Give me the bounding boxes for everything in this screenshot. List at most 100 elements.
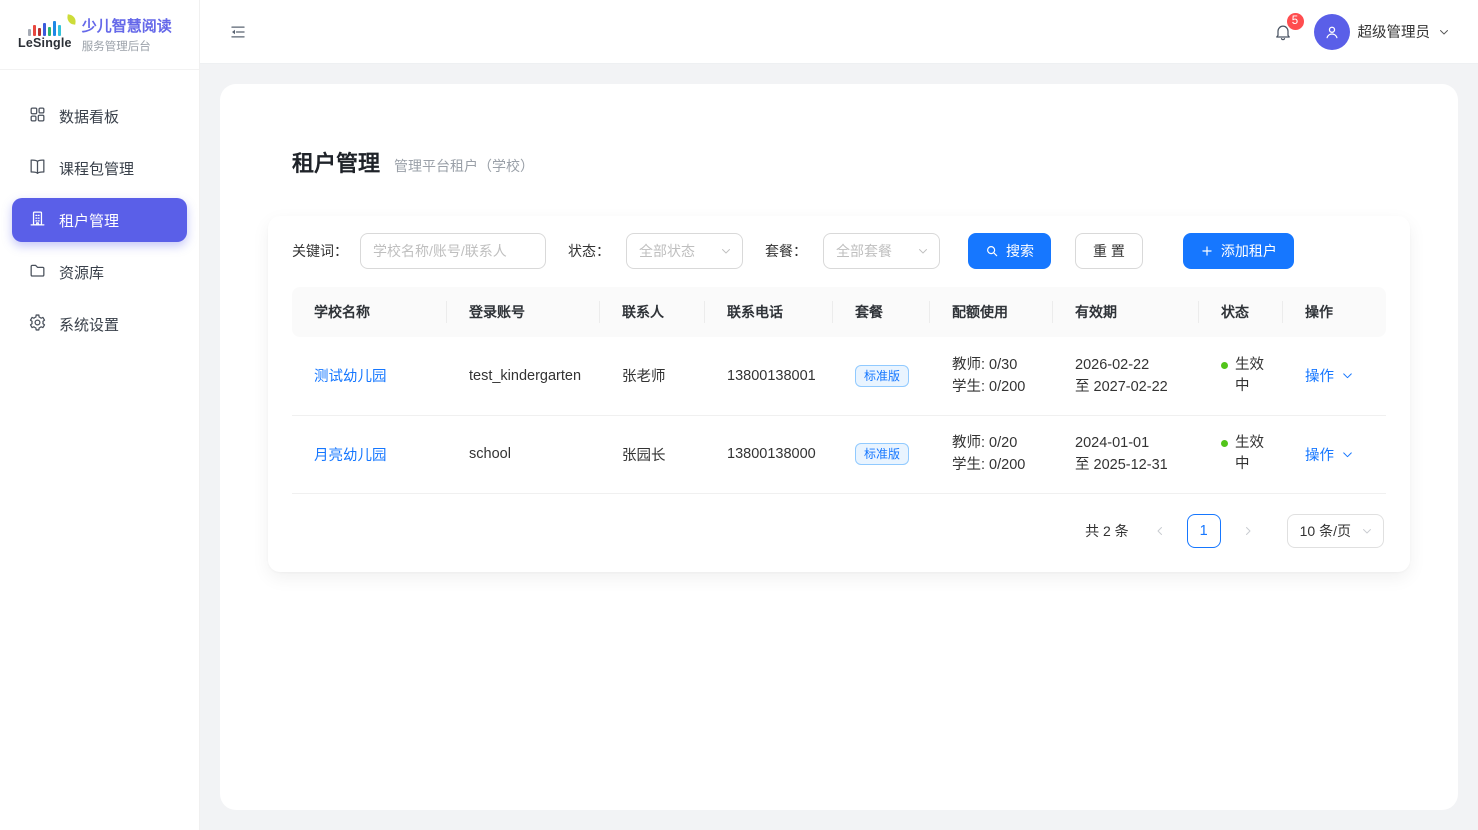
search-button[interactable]: 搜索 <box>968 233 1051 269</box>
lesingle-logo-icon: LeSingle <box>18 20 72 50</box>
package-select-value: 全部套餐 <box>836 241 892 261</box>
filter-bar: 关键词： 状态： 全部状态 套餐： 全部套餐 搜索 <box>292 233 1386 269</box>
content-area: 租户管理 管理平台租户（学校） 关键词： 状态： 全部状态 套餐： 全部套餐 <box>200 64 1478 830</box>
account-cell: test_kindergarten <box>447 337 600 415</box>
validity-cell: 2024-01-01 至 2025-12-31 <box>1053 415 1199 493</box>
status-cell: 生效中 <box>1199 337 1283 415</box>
logo-wordmark: LeSingle <box>18 36 72 50</box>
notification-bell-icon[interactable]: 5 <box>1270 19 1296 45</box>
package-badge: 标准版 <box>855 365 909 387</box>
account-cell: school <box>447 415 600 493</box>
sidebar-item-course-packages[interactable]: 课程包管理 <box>12 146 187 190</box>
sidebar-item-label: 数据看板 <box>59 106 119 127</box>
sidebar-item-label: 资源库 <box>59 262 104 283</box>
pagination-total: 共 2 条 <box>1085 521 1129 541</box>
book-icon <box>28 157 47 180</box>
col-quota: 配额使用 <box>930 287 1053 337</box>
contact-cell: 张园长 <box>600 415 705 493</box>
contact-cell: 张老师 <box>600 337 705 415</box>
validity-cell: 2026-02-22 至 2027-02-22 <box>1053 337 1199 415</box>
pagination-next-icon[interactable] <box>1235 518 1261 544</box>
brand: LeSingle 少儿智慧阅读 服务管理后台 <box>0 0 199 70</box>
sidebar-item-label: 租户管理 <box>59 210 119 231</box>
search-button-label: 搜索 <box>1006 241 1034 261</box>
status-select-value: 全部状态 <box>639 241 695 261</box>
status-dot-green <box>1221 440 1228 447</box>
page-size-select[interactable]: 10 条/页 <box>1287 514 1384 548</box>
sidebar-item-resources[interactable]: 资源库 <box>12 250 187 294</box>
package-badge: 标准版 <box>855 443 909 465</box>
col-school: 学校名称 <box>292 287 447 337</box>
sidebar-item-tenants[interactable]: 租户管理 <box>12 198 187 242</box>
pagination-page-1[interactable]: 1 <box>1187 514 1221 548</box>
reset-button-label: 重 置 <box>1093 241 1125 261</box>
phone-cell: 13800138000 <box>705 415 833 493</box>
sidebar: LeSingle 少儿智慧阅读 服务管理后台 数据看板 课程包管理 租户管理 <box>0 0 200 830</box>
pagination: 共 2 条 1 10 条/页 <box>292 494 1386 556</box>
keyword-input[interactable] <box>360 233 546 269</box>
sidebar-item-label: 课程包管理 <box>59 158 134 179</box>
quota-teacher: 教师: 0/30 <box>952 354 1045 376</box>
status-badge: 生效中 <box>1235 433 1275 475</box>
status-cell: 生效中 <box>1199 415 1283 493</box>
reset-button[interactable]: 重 置 <box>1075 233 1143 269</box>
row-action-dropdown[interactable]: 操作 <box>1305 444 1354 465</box>
sidebar-collapse-icon[interactable] <box>224 18 252 46</box>
chevron-down-icon <box>1341 448 1354 461</box>
action-label: 操作 <box>1305 444 1334 465</box>
quota-student: 学生: 0/200 <box>952 454 1045 476</box>
status-select[interactable]: 全部状态 <box>626 233 743 269</box>
page-size-value: 10 条/页 <box>1300 521 1351 541</box>
add-tenant-button[interactable]: 添加租户 <box>1183 233 1294 269</box>
sidebar-item-settings[interactable]: 系统设置 <box>12 302 187 346</box>
col-account: 登录账号 <box>447 287 600 337</box>
add-tenant-button-label: 添加租户 <box>1221 241 1277 261</box>
chevron-down-icon <box>1341 369 1354 382</box>
notification-count-badge: 5 <box>1286 12 1305 31</box>
school-link[interactable]: 测试幼儿园 <box>314 369 387 385</box>
gear-icon <box>28 313 47 336</box>
sidebar-item-label: 系统设置 <box>59 314 119 335</box>
search-icon <box>985 244 999 258</box>
page-subtitle: 管理平台租户（学校） <box>394 156 534 176</box>
sidebar-menu: 数据看板 课程包管理 租户管理 资源库 系统设置 <box>0 70 199 346</box>
topbar: 5 超级管理员 <box>200 0 1478 64</box>
brand-title: 少儿智慧阅读 <box>82 15 172 36</box>
plus-icon <box>1200 244 1214 258</box>
col-status: 状态 <box>1199 287 1283 337</box>
page-title: 租户管理 <box>292 146 380 178</box>
col-phone: 联系电话 <box>705 287 833 337</box>
col-validity: 有效期 <box>1053 287 1199 337</box>
chevron-down-icon <box>720 245 732 257</box>
chevron-down-icon <box>1438 26 1450 38</box>
valid-from: 2026-02-22 <box>1075 354 1191 376</box>
action-label: 操作 <box>1305 365 1334 386</box>
school-link[interactable]: 月亮幼儿园 <box>314 448 387 464</box>
keyword-label: 关键词： <box>292 241 348 261</box>
quota-teacher: 教师: 0/20 <box>952 432 1045 454</box>
pagination-prev-icon[interactable] <box>1147 518 1173 544</box>
building-icon <box>28 209 47 232</box>
phone-cell: 13800138001 <box>705 337 833 415</box>
status-label: 状态： <box>568 241 610 261</box>
dashboard-icon <box>28 105 47 128</box>
package-select[interactable]: 全部套餐 <box>823 233 940 269</box>
quota-cell: 教师: 0/20 学生: 0/200 <box>930 415 1053 493</box>
col-package: 套餐 <box>833 287 930 337</box>
quota-cell: 教师: 0/30 学生: 0/200 <box>930 337 1053 415</box>
tenant-table: 学校名称 登录账号 联系人 联系电话 套餐 配额使用 有效期 状态 操作 <box>292 287 1386 494</box>
status-dot-green <box>1221 362 1228 369</box>
username: 超级管理员 <box>1358 21 1431 42</box>
page-card: 租户管理 管理平台租户（学校） 关键词： 状态： 全部状态 套餐： 全部套餐 <box>220 84 1458 810</box>
valid-from: 2024-01-01 <box>1075 432 1191 454</box>
folder-icon <box>28 261 47 284</box>
col-action: 操作 <box>1283 287 1386 337</box>
package-label: 套餐： <box>765 241 807 261</box>
valid-to: 至 2025-12-31 <box>1075 454 1191 476</box>
quota-student: 学生: 0/200 <box>952 376 1045 398</box>
row-action-dropdown[interactable]: 操作 <box>1305 365 1354 386</box>
user-menu[interactable]: 超级管理员 <box>1314 14 1451 50</box>
table-header-row: 学校名称 登录账号 联系人 联系电话 套餐 配额使用 有效期 状态 操作 <box>292 287 1386 337</box>
tenant-panel: 关键词： 状态： 全部状态 套餐： 全部套餐 搜索 <box>268 216 1410 572</box>
sidebar-item-dashboard[interactable]: 数据看板 <box>12 94 187 138</box>
